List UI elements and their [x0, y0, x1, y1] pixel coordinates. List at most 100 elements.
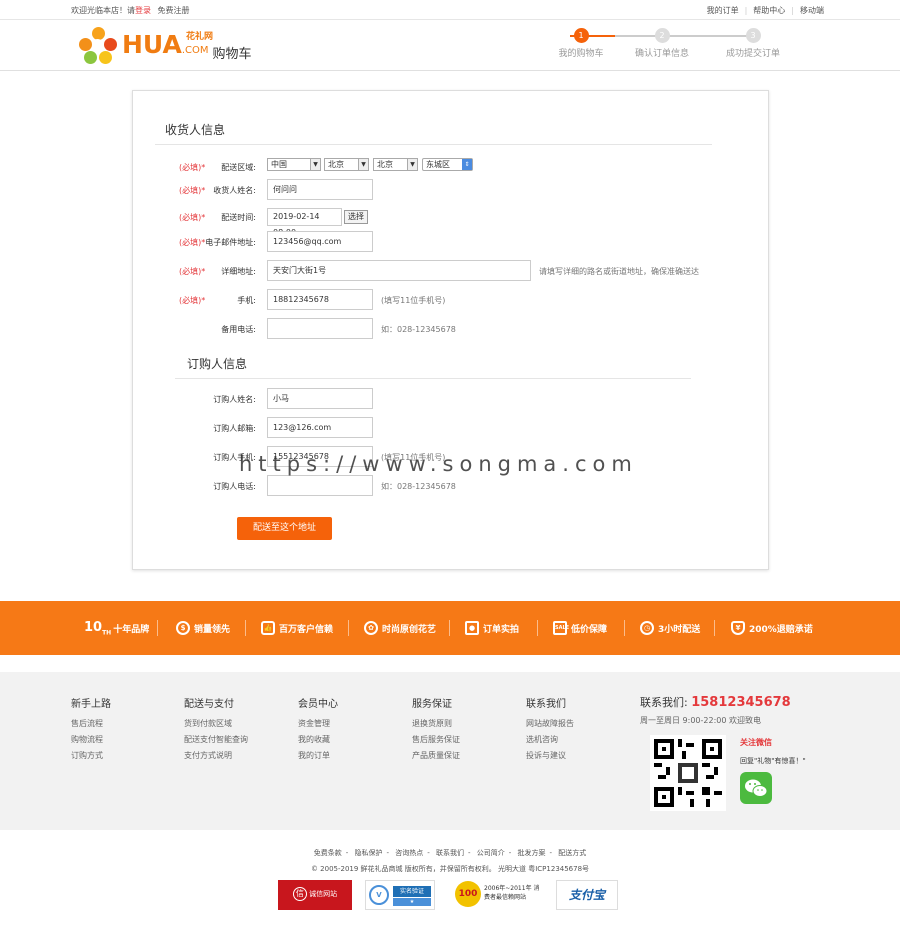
address-row: (必填)* 详细地址: 天安门大街1号 请填写详细的路名或街道地址，确保准确送达: [133, 260, 763, 282]
bottom-footer: 免费条款- 隐私保护- 咨询热点- 联系我们- 公司简介- 批发方案- 配送方式…: [0, 848, 900, 874]
footer-link[interactable]: 资金管理: [298, 718, 338, 729]
footer-links-area: 新手上路 售后流程 购物流程 订购方式 配送与支付 货到付款区域 配送支付智能查…: [0, 672, 900, 830]
camera-icon: ●: [465, 621, 479, 635]
buyer-name-row: 订购人姓名: 小马: [133, 388, 763, 410]
footer-bottom-link[interactable]: 免费条款: [314, 849, 342, 857]
footer-bottom-link[interactable]: 联系我们: [436, 849, 464, 857]
wechat-icon[interactable]: [740, 772, 772, 804]
footer-bottom-link[interactable]: 公司简介: [477, 849, 505, 857]
footer-link[interactable]: 我的收藏: [298, 734, 338, 745]
footer-link[interactable]: 支付方式说明: [184, 750, 248, 761]
phone-input[interactable]: [267, 318, 373, 339]
my-orders-link[interactable]: 我的订单: [707, 6, 739, 15]
step-label: 成功提交订单: [713, 46, 793, 59]
trust-badges: 信 诚信网站 V 实名验证 ★ 100 2006年~2011年 消费者最信赖网站…: [272, 880, 622, 910]
email-input[interactable]: 123456@qq.com: [267, 231, 373, 252]
contact-label: 联系我们:: [640, 696, 688, 709]
credit-site-badge[interactable]: 信 诚信网站: [278, 880, 352, 910]
chevron-down-icon: ▼: [407, 159, 417, 170]
register-link[interactable]: 免费注册: [158, 6, 190, 15]
footer-link[interactable]: 产品质量保证: [412, 750, 460, 761]
feature-item: $销量领先: [176, 601, 230, 655]
site-logo[interactable]: HUA.COM 花礼网 购物车: [79, 27, 252, 65]
trusted-site-text: 2006年~2011年 消费者最信赖网站: [484, 884, 544, 902]
footer-link[interactable]: 网站故障报告: [526, 718, 574, 729]
award-icon: 100: [455, 881, 481, 907]
address-input[interactable]: 天安门大街1号: [267, 260, 531, 281]
login-link[interactable]: 登录: [135, 6, 151, 15]
footer-link[interactable]: 配送支付智能查询: [184, 734, 248, 745]
medal-icon: $: [176, 621, 190, 635]
required-mark: (必填)*: [179, 162, 205, 173]
footer-link[interactable]: 选机咨询: [526, 734, 574, 745]
feature-item: 10TH十年品牌: [84, 601, 149, 655]
step-line-todo: [615, 35, 660, 37]
choose-time-button[interactable]: 选择: [344, 210, 368, 224]
district-select[interactable]: 东城区⇕: [422, 158, 473, 171]
footer-link[interactable]: 我的订单: [298, 750, 338, 761]
section-divider: [155, 144, 712, 145]
buyer-email-label: 订购人邮箱:: [213, 423, 256, 434]
buyer-phone-label: 订购人电话:: [213, 481, 256, 492]
buyer-name-input[interactable]: 小马: [267, 388, 373, 409]
verified-badge[interactable]: V 实名验证 ★: [365, 880, 435, 910]
footer-bottom-link[interactable]: 隐私保护: [354, 849, 382, 857]
address-form-card: 收货人信息 (必填)* 配送区域: 中国▼ 北京▼ 北京▼ 东城区⇕ (必填)*…: [132, 90, 769, 570]
footer-link[interactable]: 退换货原则: [412, 718, 460, 729]
footer-bottom-link[interactable]: 配送方式: [558, 849, 586, 857]
city-select[interactable]: 北京▼: [373, 158, 418, 171]
features-band: 10TH十年品牌 $销量领先 👍百万客户信赖 ✿时尚原创花艺 ●订单实拍 SAL…: [0, 601, 900, 655]
mobile-row: (必填)* 手机: 18812345678 (填写11位手机号): [133, 289, 763, 311]
footer-link[interactable]: 货到付款区域: [184, 718, 248, 729]
footer-bottom-link[interactable]: 批发方案: [518, 849, 546, 857]
trusted-site-badge[interactable]: 100 2006年~2011年 消费者最信赖网站: [452, 880, 544, 910]
receiver-name-input[interactable]: 何问问: [267, 179, 373, 200]
alipay-badge[interactable]: 支付宝: [556, 880, 618, 910]
footer-bottom-link[interactable]: 咨询热点: [395, 849, 423, 857]
ship-to-address-button[interactable]: 配送至这个地址: [237, 517, 332, 540]
delivery-time-input[interactable]: 2019-02-14 08:00: [267, 208, 342, 226]
footer-col-service: 服务保证 退换货原则 售后服务保证 产品质量保证: [412, 695, 460, 766]
footer-link[interactable]: 订购方式: [71, 750, 111, 761]
buyer-phone-input[interactable]: [267, 475, 373, 496]
footer-col-title: 新手上路: [71, 695, 111, 710]
flower-logo-icon: [79, 27, 117, 65]
buyer-name-label: 订购人姓名:: [213, 394, 256, 405]
country-select[interactable]: 中国▼: [267, 158, 321, 171]
area-row: (必填)* 配送区域: 中国▼ 北京▼ 北京▼ 东城区⇕: [133, 156, 763, 178]
phone-row: 备用电话: 如：028-12345678: [133, 318, 763, 340]
mobile-input[interactable]: 18812345678: [267, 289, 373, 310]
top-bar: 欢迎光临本店！请登录 免费注册 我的订单|帮助中心|移动端: [0, 0, 900, 20]
address-label: 详细地址:: [221, 266, 256, 277]
verified-icon: V: [369, 885, 389, 905]
email-row: (必填)* 电子邮件地址: 123456@qq.com: [133, 231, 763, 253]
wechat-text: 回复"礼物"有惊喜！": [740, 756, 806, 766]
header: HUA.COM 花礼网 购物车 1 我的购物车 2 确认订单信息 3 成功提交订…: [0, 20, 900, 71]
footer-link[interactable]: 售后服务保证: [412, 734, 460, 745]
help-center-link[interactable]: 帮助中心: [753, 6, 785, 15]
10th-icon: 10TH: [84, 620, 111, 637]
step-1: 1 我的购物车: [541, 28, 621, 59]
receiver-name-label: 收货人姓名:: [213, 185, 256, 196]
buyer-email-input[interactable]: 123@126.com: [267, 417, 373, 438]
footer-link[interactable]: 购物流程: [71, 734, 111, 745]
footer-link[interactable]: 投诉与建议: [526, 750, 574, 761]
thumbs-up-icon: 👍: [261, 621, 275, 635]
footer-link[interactable]: 售后流程: [71, 718, 111, 729]
welcome-area: 欢迎光临本店！请登录 免费注册: [71, 5, 190, 16]
required-mark: (必填)*: [179, 212, 205, 223]
receiver-section-title: 收货人信息: [165, 121, 225, 138]
feature-item: ¥200%退赔承诺: [731, 601, 813, 655]
flower-icon: ✿: [364, 621, 378, 635]
phone-hint: 如：028-12345678: [381, 324, 456, 335]
province-select[interactable]: 北京▼: [324, 158, 369, 171]
updown-icon: ⇕: [462, 159, 472, 170]
footer-col-beginner: 新手上路 售后流程 购物流程 订购方式: [71, 695, 111, 766]
address-hint: 请填写详细的路名或街道地址，确保准确送达: [539, 266, 699, 277]
mobile-link[interactable]: 移动端: [800, 6, 824, 15]
buyer-phone-hint: 如：028-12345678: [381, 481, 456, 492]
contact-hours: 周一至周日 9:00-22:00 欢迎致电: [640, 715, 791, 726]
footer-col-title: 会员中心: [298, 695, 338, 710]
verified-text: 实名验证: [393, 886, 431, 897]
feature-divider: [348, 620, 349, 636]
